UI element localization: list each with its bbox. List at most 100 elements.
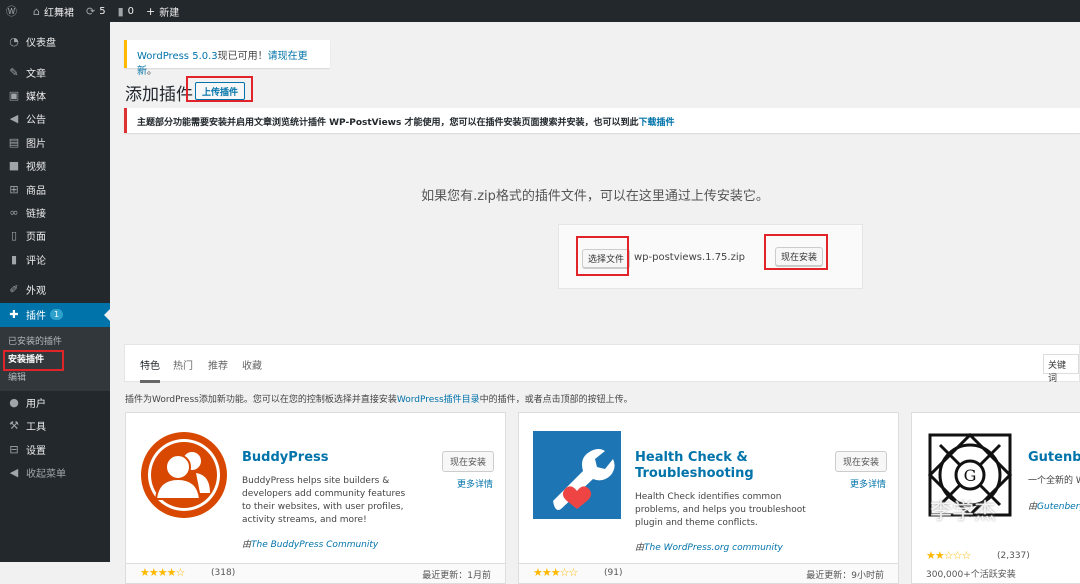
plugin-directory-link[interactable]: WordPress插件目录 xyxy=(397,395,480,405)
refresh-icon: ⟳ xyxy=(85,4,96,18)
comment-icon: ▮ xyxy=(10,252,18,266)
comments-link[interactable]: ▮ 0 xyxy=(112,0,140,22)
menu-collapse[interactable]: ◀ 收起菜单 xyxy=(0,461,110,484)
watermark: 李学杰 xyxy=(930,500,997,525)
menu-settings[interactable]: ⊟ 设置 xyxy=(0,437,110,460)
video-icon: ■ xyxy=(8,159,20,173)
new-label: 新建 xyxy=(159,7,180,19)
rating-stars-icon: ★★☆☆☆ xyxy=(926,549,971,562)
menu-label: 页面 xyxy=(26,232,46,244)
wordpress-logo[interactable]: Ⓦ xyxy=(0,0,27,22)
menu-posts[interactable]: ✎ 文章 xyxy=(0,60,110,83)
rating-stars-icon: ★★★☆☆ xyxy=(533,566,578,579)
author-link[interactable]: The BuddyPress Community xyxy=(251,540,378,550)
plugin-author: 由The BuddyPress Community xyxy=(242,537,378,550)
more-details-link[interactable]: 更多详情 xyxy=(457,477,493,490)
menu-videos[interactable]: ■ 视频 xyxy=(0,154,110,177)
install-now-button[interactable]: 现在安装 xyxy=(442,451,495,472)
notice-middle: 现已可用！ xyxy=(217,51,268,62)
highlight-add-plugins xyxy=(3,350,64,371)
author-prefix: 由 xyxy=(242,540,252,550)
plugin-description: BuddyPress helps site builders & develop… xyxy=(242,476,406,525)
site-name-link[interactable]: ⌂ 红舞裙 xyxy=(27,0,80,22)
active-installs: 300,000+个活跃安装 xyxy=(926,570,1016,580)
menu-label: 媒体 xyxy=(26,91,46,103)
menu-label: 插件 xyxy=(26,311,46,323)
plugin-name[interactable]: Health Check & Troubleshooting xyxy=(635,450,765,482)
submenu-installed-plugins[interactable]: 已安装的插件 xyxy=(0,333,110,351)
menu-label: 收起菜单 xyxy=(26,469,66,481)
plugin-icon: ✚ xyxy=(9,308,19,322)
version-link[interactable]: WordPress 5.0.3 xyxy=(137,51,218,62)
plugin-author: 由Gutenberg xyxy=(1028,499,1080,512)
new-content-link[interactable]: + 新建 xyxy=(140,0,185,22)
wordpress-icon: Ⓦ xyxy=(6,5,17,18)
rating-count: (318) xyxy=(211,568,236,578)
admin-bar: Ⓦ ⌂ 红舞裙 ⟳ 5 ▮ 0 + 新建 xyxy=(0,0,1080,22)
highlight-upload-button xyxy=(186,76,253,102)
tab-recommended[interactable]: 推荐 xyxy=(208,357,228,372)
plugin-card-health-check: Health Check & Troubleshooting 现在安装 更多详情… xyxy=(518,412,899,584)
author-link[interactable]: The WordPress.org community xyxy=(644,543,783,553)
plugin-description: Health Check identifies common problems,… xyxy=(635,492,806,528)
plugin-filter-bar: 特色 热门 推荐 收藏 关键词 xyxy=(124,344,1080,384)
download-plugin-link[interactable]: 下载插件 xyxy=(638,118,674,128)
home-icon: ⌂ xyxy=(33,4,40,18)
plugin-author: 由The WordPress.org community xyxy=(635,540,783,553)
submenu-editor[interactable]: 编辑 xyxy=(0,369,110,387)
menu-label: 设置 xyxy=(26,445,46,457)
cart-icon: ⊞ xyxy=(9,182,19,196)
menu-tools[interactable]: ⚒ 工具 xyxy=(0,414,110,437)
plugin-card-buddypress: BuddyPress 现在安装 更多详情 BuddyPress helps si… xyxy=(125,412,506,584)
page-icon: ▯ xyxy=(10,229,18,243)
notice-end: 。 xyxy=(147,66,157,77)
menu-label: 用户 xyxy=(26,398,46,410)
menu-label: 仪表盘 xyxy=(26,38,56,50)
author-link[interactable]: Gutenberg xyxy=(1037,502,1080,512)
menu-announcements[interactable]: ◀ 公告 xyxy=(0,107,110,130)
tab-featured[interactable]: 特色 xyxy=(140,357,160,383)
last-updated: 最近更新：9小时前 xyxy=(806,571,884,581)
highlight-install-now xyxy=(764,234,828,270)
menu-label: 视频 xyxy=(26,162,46,174)
menu-label: 工具 xyxy=(26,422,46,434)
page-title: 添加插件 xyxy=(125,85,193,105)
error-text: 主题部分功能需要安装并启用文章浏览统计插件 WP-PostViews 才能使用，… xyxy=(137,118,639,128)
menu-pages[interactable]: ▯ 页面 xyxy=(0,224,110,247)
menu-plugins[interactable]: ✚ 插件 1 xyxy=(0,303,110,327)
install-now-button[interactable]: 现在安装 xyxy=(835,451,888,472)
menu-images[interactable]: ▤ 图片 xyxy=(0,131,110,154)
menu-label: 外观 xyxy=(26,286,46,298)
menu-appearance[interactable]: ✐ 外观 xyxy=(0,278,110,301)
plugin-card-footer: ★★☆☆☆ (2,337) 300,000+个活跃安装 xyxy=(912,549,1080,583)
rating-count: (2,337) xyxy=(997,551,1030,561)
comment-icon: ▮ xyxy=(117,4,124,18)
plugin-card-footer: ★★★★☆ (318) 最近更新：1月前 xyxy=(126,563,505,583)
menu-users[interactable]: ● 用户 xyxy=(0,391,110,414)
plugin-description: 一个全新的 W xyxy=(1028,476,1080,486)
author-prefix: 由 xyxy=(1028,502,1038,512)
user-icon: ● xyxy=(9,395,19,409)
tab-favorites[interactable]: 收藏 xyxy=(242,357,262,372)
menu-media[interactable]: ▣ 媒体 xyxy=(0,84,110,107)
rating-count: (91) xyxy=(604,568,623,578)
menu-comments[interactable]: ▮ 评论 xyxy=(0,248,110,271)
plugin-name[interactable]: BuddyPress xyxy=(242,450,328,466)
menu-label: 公告 xyxy=(26,115,46,127)
menu-links[interactable]: ∞ 链接 xyxy=(0,201,110,224)
menu-products[interactable]: ⊞ 商品 xyxy=(0,177,110,200)
collapse-icon: ◀ xyxy=(9,466,19,480)
more-details-link[interactable]: 更多详情 xyxy=(850,477,886,490)
tab-popular[interactable]: 热门 xyxy=(173,357,193,372)
rating-stars-icon: ★★★★☆ xyxy=(140,566,185,579)
plugins-badge: 1 xyxy=(50,309,64,321)
theme-error-notice: 主题部分功能需要安装并启用文章浏览统计插件 WP-PostViews 才能使用，… xyxy=(124,108,1080,133)
updates-link[interactable]: ⟳ 5 xyxy=(80,0,112,22)
plugin-name[interactable]: Gutenbe xyxy=(1028,450,1080,466)
image-icon: ▤ xyxy=(8,135,20,149)
plugin-card-footer: ★★★☆☆ (91) 最近更新：9小时前 xyxy=(519,563,898,583)
pin-icon: ✎ xyxy=(9,65,19,79)
svg-text:G: G xyxy=(964,466,977,485)
plugin-search-input[interactable]: 关键词 xyxy=(1043,354,1079,384)
menu-dashboard[interactable]: ◔ 仪表盘 xyxy=(0,30,110,53)
